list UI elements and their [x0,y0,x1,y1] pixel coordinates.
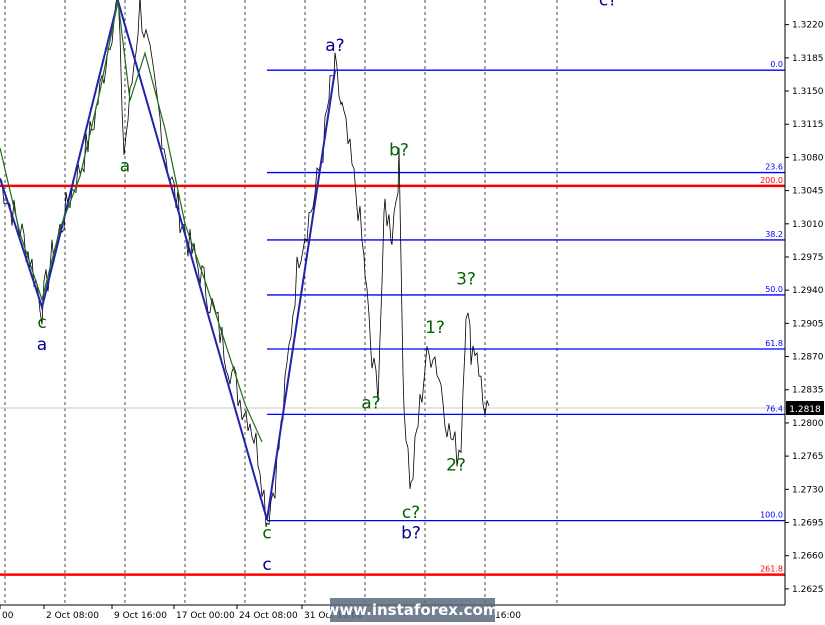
wave-label: c [37,313,46,333]
fib-level-label: 50.0 [765,285,783,294]
y-tick-label: 1.2940 [792,286,824,296]
y-tick-label: 1.2870 [792,353,824,363]
wave-label: c? [402,503,420,523]
price-chart: 0.0 23.6 38.2 50.0 61.8 76.4 100.0 200.0 261.8 c… [0,0,824,622]
y-tick-label: 1.2625 [792,585,824,595]
y-tick-label: 1.3185 [792,54,824,64]
wave-label: 3? [456,269,476,289]
x-tick-label: 2 Oct 08:00 [46,611,99,621]
y-tick-label: 1.2660 [792,552,824,562]
y-tick-label: 1.2905 [792,319,824,329]
y-tick-label: 1.3010 [792,220,824,230]
y-tick-label: 1.2800 [792,419,824,429]
fib-level-label: 261.8 [760,565,783,574]
wave-label: 2? [446,455,466,475]
wave-label: b? [389,141,409,161]
wave-label: c? [599,0,617,11]
y-tick-label: 1.3080 [792,153,824,163]
chart-background [0,0,785,605]
watermark: www.instaforex.com [326,598,499,622]
fib-level-label: 100.0 [760,511,783,520]
fib-level-label: 0.0 [770,60,783,69]
fib-level-label: 76.4 [765,404,783,413]
x-tick-label: 00 [2,611,14,621]
y-tick-label: 1.3220 [792,21,824,31]
y-tick-label: 1.3045 [792,187,824,197]
wave-label: 1? [425,318,445,338]
watermark-text: www.instaforex.com [326,601,499,619]
wave-label: a? [325,36,344,56]
fib-level-label: 61.8 [765,339,783,348]
current-price-badge: 1.2818 [786,401,824,415]
wave-label: a [120,157,130,177]
x-tick-label: 17 Oct 00:00 [176,611,235,621]
fib-level-label: 200.0 [760,176,783,185]
wave-label: a? [361,394,380,414]
y-tick-label: 1.3150 [792,87,824,97]
y-tick-label: 1.2765 [792,452,824,462]
wave-label: b? [401,524,421,544]
y-tick-label: 1.2835 [792,386,824,396]
wave-label: a [37,335,47,355]
fib-level-label: 38.2 [765,230,783,239]
y-tick-label: 1.2695 [792,519,824,529]
x-tick-label: 9 Oct 16:00 [114,611,167,621]
x-tick-label: 16:00 [495,611,521,621]
current-price-value: 1.2818 [789,405,821,415]
wave-label: c [262,524,271,544]
y-tick-label: 1.3115 [792,120,824,130]
x-tick-label: 24 Oct 08:00 [239,611,298,621]
y-tick-label: 1.2730 [792,485,824,495]
y-tick-label: 1.2975 [792,253,824,263]
price-axis: 1.3220 1.3185 1.3150 1.3115 1.3080 1.3045 1.30… [784,0,824,605]
wave-label: c [262,555,271,575]
fib-level-label: 23.6 [765,163,783,172]
